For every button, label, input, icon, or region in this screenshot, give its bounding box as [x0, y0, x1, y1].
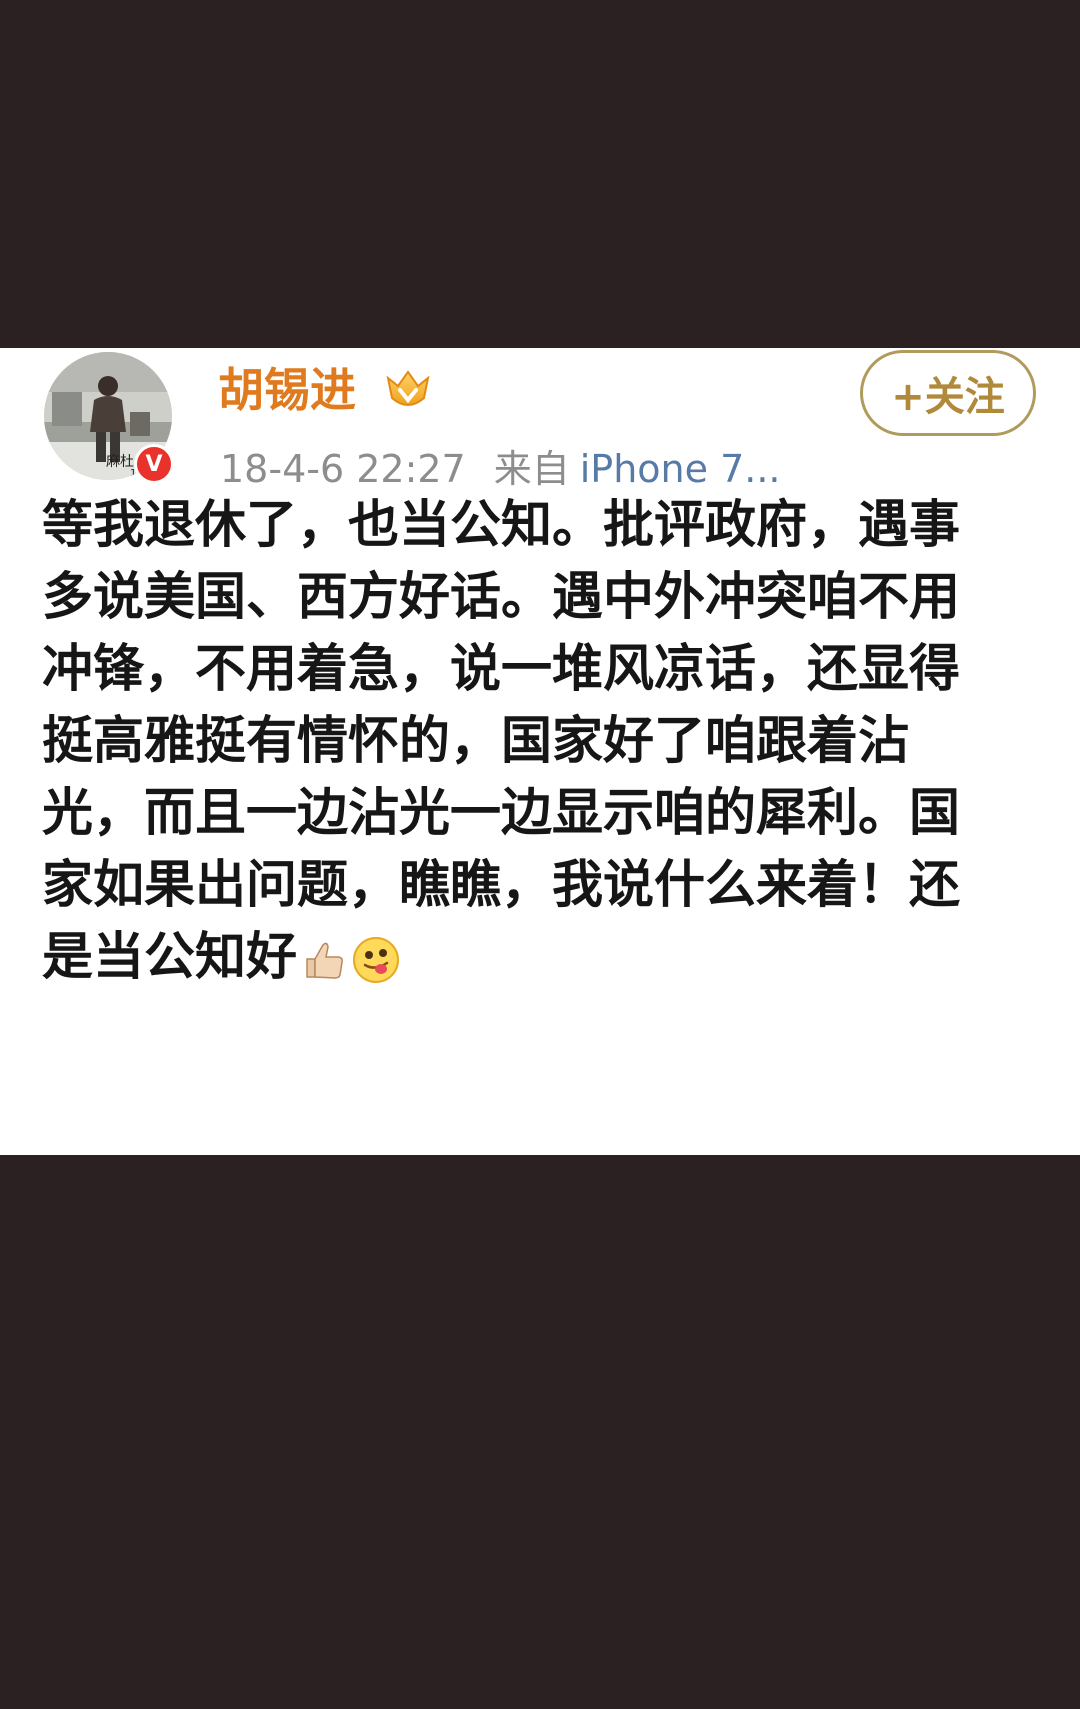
bottom-dark-band	[0, 1155, 1080, 1709]
top-dark-band	[0, 0, 1080, 348]
post-body-line: 光，而且一边沾光一边显示咱的犀利。国	[42, 784, 961, 843]
tongue-face-icon	[353, 937, 400, 983]
post-body-line: 挺高雅挺有情怀的，国家好了咱跟着沾	[42, 712, 910, 771]
post-body-line: 等我退休了，也当公知。批评政府，遇事	[42, 496, 961, 555]
post-meta: 18-4-6 22:27 来自 iPhone 7...	[220, 442, 781, 496]
post-body-line: 冲锋，不用着急，说一堆风凉话，还显得	[42, 640, 961, 699]
member-crown-icon[interactable]	[384, 368, 432, 414]
username[interactable]: 胡锡进	[218, 358, 356, 422]
follow-button[interactable]: +关注	[860, 350, 1036, 436]
post-body-last-line: 是当公知好	[42, 922, 1042, 994]
device-link[interactable]: iPhone 7...	[580, 447, 781, 491]
post-timestamp: 18-4-6 22:27	[220, 447, 466, 491]
verified-badge: V	[134, 444, 174, 484]
post-body: 等我退休了，也当公知。批评政府，遇事 多说美国、西方好话。遇中外冲突咱不用 冲锋…	[42, 490, 1042, 994]
weibo-post-card: 麻杜 19 V 胡锡进 18-4-6 22:27来自iPhone 7... +关…	[0, 348, 1080, 1155]
thumbs-up-icon	[306, 942, 343, 979]
source-label: 来自	[493, 447, 570, 491]
post-body-line: 多说美国、西方好话。遇中外冲突咱不用	[42, 568, 961, 627]
post-body-line: 是当公知好	[42, 928, 298, 987]
post-body-line: 家如果出问题，瞧瞧，我说什么来着！还	[42, 856, 961, 915]
